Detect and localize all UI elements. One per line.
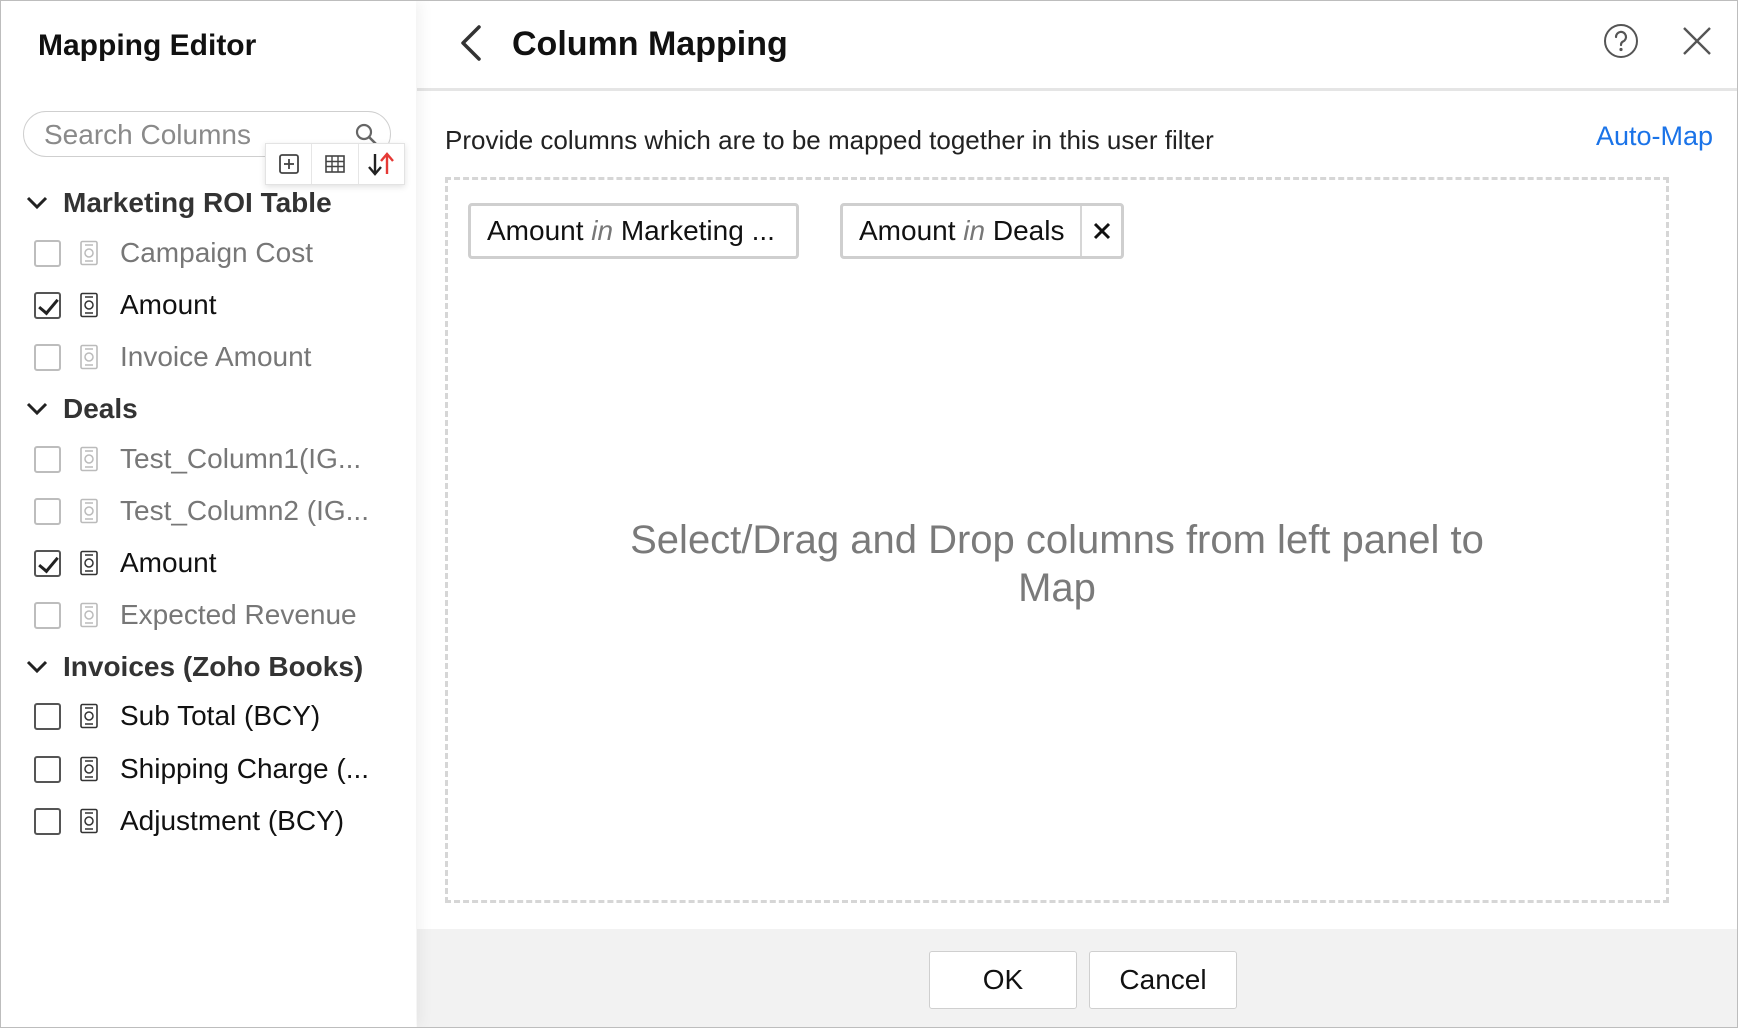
- list-item[interactable]: Amount: [34, 543, 217, 583]
- chip-column: Amount: [859, 215, 956, 246]
- chip-text: Amount in Deals: [843, 215, 1080, 247]
- chevron-down-icon: [26, 660, 48, 674]
- panel-title: Mapping Editor: [38, 29, 257, 62]
- currency-column-icon: [80, 756, 98, 782]
- column-label: Sub Total (BCY): [120, 700, 321, 731]
- currency-column-icon: [80, 446, 98, 472]
- auto-map-link[interactable]: Auto-Map: [1596, 121, 1713, 152]
- mapped-column-chip[interactable]: Amount in Marketing ...: [468, 203, 799, 259]
- list-item[interactable]: Campaign Cost: [34, 233, 313, 273]
- mapped-column-chip[interactable]: Amount in Deals: [840, 203, 1124, 259]
- mapping-drop-zone[interactable]: Amount in Marketing ... Amount in Deals: [445, 177, 1669, 903]
- column-mapping-panel: Column Mapping Provide columns which are…: [417, 1, 1737, 1027]
- column-label: Amount: [120, 289, 217, 320]
- list-item[interactable]: Shipping Charge (...: [34, 749, 369, 789]
- currency-column-icon: [80, 292, 98, 318]
- mapping-dialog: Mapping Editor Search Columns Marketing …: [0, 0, 1738, 1028]
- column-toolbar: [265, 143, 405, 185]
- drop-hint-line1: Select/Drag and Drop columns from left p…: [630, 518, 1484, 562]
- list-item[interactable]: Amount: [34, 285, 217, 325]
- group-name: Invoices (Zoho Books): [63, 651, 364, 682]
- sort-button[interactable]: [359, 144, 404, 184]
- checkbox[interactable]: [34, 239, 61, 267]
- currency-column-icon: [80, 703, 98, 729]
- table-view-button[interactable]: [312, 144, 359, 184]
- checkbox[interactable]: [34, 702, 61, 730]
- page-title: Column Mapping: [512, 25, 788, 63]
- chip-table: Deals: [992, 215, 1065, 246]
- column-label: Expected Revenue: [120, 599, 357, 630]
- column-label: Campaign Cost: [120, 237, 313, 268]
- chip-in: in: [591, 215, 614, 246]
- list-item[interactable]: Test_Column1(IG...: [34, 439, 361, 479]
- sort-icon: [368, 152, 395, 176]
- table-grid-icon: [325, 155, 345, 173]
- checkbox[interactable]: [34, 343, 61, 371]
- mapping-editor-panel: Mapping Editor Search Columns Marketing …: [1, 1, 416, 1027]
- column-label: Adjustment (BCY): [120, 805, 345, 836]
- column-label: Test_Column1(IG...: [120, 443, 362, 474]
- drop-hint-line2: Map: [1018, 566, 1096, 610]
- close-icon: [1093, 222, 1110, 240]
- back-arrow-icon[interactable]: [457, 23, 485, 63]
- mapping-description: Provide columns which are to be mapped t…: [445, 125, 1214, 155]
- drop-hint: Select/Drag and Drop columns from left p…: [448, 516, 1666, 612]
- dialog-footer: OK Cancel: [417, 929, 1737, 1027]
- list-item[interactable]: Adjustment (BCY): [34, 801, 344, 841]
- checkbox[interactable]: [34, 807, 61, 835]
- column-tree: Marketing ROI Table Campaign Cost Amount…: [1, 181, 416, 894]
- cancel-button[interactable]: Cancel: [1089, 951, 1237, 1009]
- chip-column: Amount: [487, 215, 584, 246]
- remove-chip-button[interactable]: [1080, 206, 1121, 256]
- column-label: Shipping Charge (...: [120, 753, 370, 784]
- group-header-deals[interactable]: Deals: [25, 389, 138, 429]
- close-icon[interactable]: [1681, 25, 1713, 57]
- chip-table: Marketing ...: [620, 215, 775, 246]
- column-label: Amount: [120, 547, 217, 578]
- add-button[interactable]: [266, 144, 313, 184]
- checkbox[interactable]: [34, 497, 61, 525]
- group-name: Marketing ROI Table: [63, 187, 332, 218]
- list-item[interactable]: Invoice Amount: [34, 337, 311, 377]
- checkbox[interactable]: [34, 445, 61, 473]
- chip-text: Amount in Marketing ...: [471, 215, 791, 247]
- list-item[interactable]: Expected Revenue: [34, 595, 357, 635]
- group-header-marketing-roi-table[interactable]: Marketing ROI Table: [25, 183, 332, 223]
- checkbox[interactable]: [34, 755, 61, 783]
- currency-column-icon: [80, 344, 98, 370]
- currency-column-icon: [80, 602, 98, 628]
- column-label: Test_Column2 (IG...: [120, 495, 369, 526]
- currency-column-icon: [80, 808, 98, 834]
- group-name: Deals: [63, 393, 138, 424]
- checkbox-checked[interactable]: [34, 291, 61, 319]
- column-label: Invoice Amount: [120, 341, 312, 372]
- currency-column-icon: [80, 550, 98, 576]
- group-header-invoices-zoho-books[interactable]: Invoices (Zoho Books): [25, 647, 363, 687]
- chevron-down-icon: [26, 196, 48, 210]
- checkbox[interactable]: [34, 601, 61, 629]
- list-item[interactable]: Test_Column2 (IG...: [34, 491, 369, 531]
- chevron-down-icon: [26, 402, 48, 416]
- add-box-icon: [278, 154, 299, 174]
- help-icon[interactable]: [1603, 23, 1639, 59]
- checkbox-checked[interactable]: [34, 549, 61, 577]
- chip-in: in: [963, 215, 986, 246]
- currency-column-icon: [80, 498, 98, 524]
- list-item[interactable]: Sub Total (BCY): [34, 696, 320, 736]
- ok-button[interactable]: OK: [929, 951, 1077, 1009]
- header: Column Mapping: [417, 1, 1737, 91]
- currency-column-icon: [80, 240, 98, 266]
